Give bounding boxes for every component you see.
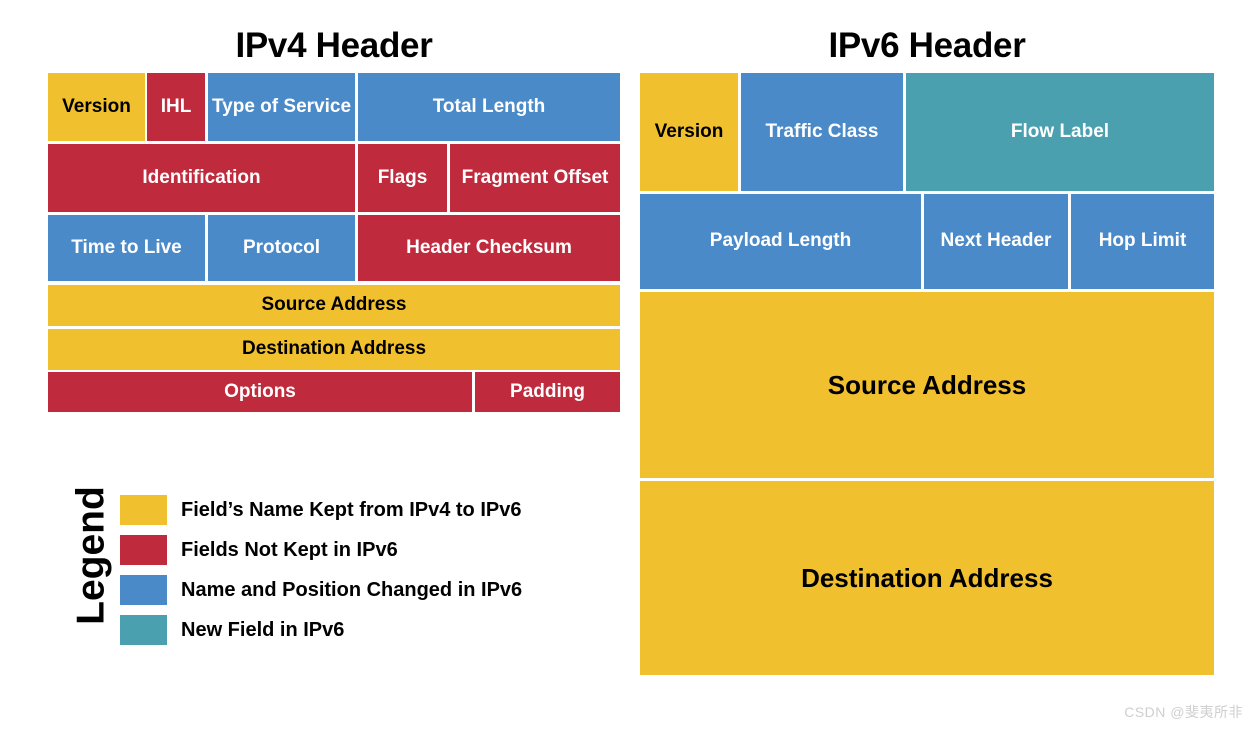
legend: Legend Field’s Name Kept from IPv4 to IP… <box>48 478 628 653</box>
ipv6-field-traffic-class: Traffic Class <box>741 73 903 191</box>
ipv6-field-next-header: Next Header <box>924 194 1068 289</box>
ipv4-field-total-length: Total Length <box>358 73 620 141</box>
ipv4-field-label: Padding <box>510 380 585 402</box>
legend-swatch-red <box>120 535 167 565</box>
ipv4-field-label: Protocol <box>242 236 321 258</box>
legend-item-red: Fields Not Kept in IPv6 <box>120 534 398 566</box>
ipv6-panel-title: IPv6 Header <box>828 26 1026 65</box>
ipv6-field-label: Version <box>654 120 724 142</box>
legend-item-teal: New Field in IPv6 <box>120 614 344 646</box>
ipv4-field-label: Fragment Offset <box>461 166 609 188</box>
ipv6-field-version: Version <box>640 73 738 191</box>
ipv6-field-source-address: Source Address <box>640 292 1214 478</box>
ipv6-field-payload-length: Payload Length <box>640 194 921 289</box>
legend-item-label: Fields Not Kept in IPv6 <box>181 539 398 561</box>
ipv4-field-type-of-service: Type of Service <box>208 73 355 141</box>
ipv4-field-label: IHL <box>160 95 192 117</box>
ipv4-field-label: Time to Live <box>71 236 182 258</box>
ipv4-panel-title: IPv4 Header <box>235 26 433 65</box>
ipv4-field-flags: Flags <box>358 144 447 212</box>
legend-swatch-teal <box>120 615 167 645</box>
ipv4-field-label: Type of Service <box>211 95 352 117</box>
legend-item-label: New Field in IPv6 <box>181 619 345 641</box>
ipv4-field-source-address: Source Address <box>48 285 620 326</box>
ipv4-field-label: Destination Address <box>241 338 427 360</box>
ipv6-field-label: Hop Limit <box>1098 230 1187 252</box>
legend-title: Legend <box>69 486 113 625</box>
ipv4-field-padding: Padding <box>475 372 620 412</box>
ipv4-field-label: Header Checksum <box>406 236 572 258</box>
ipv6-field-label: Flow Label <box>1010 120 1110 142</box>
ipv4-field-protocol: Protocol <box>208 215 355 281</box>
ipv4-field-label: Total Length <box>432 95 546 117</box>
ipv6-field-label: Payload Length <box>709 230 852 252</box>
ipv6-field-label: Traffic Class <box>765 120 879 142</box>
ipv6-field-hop-limit: Hop Limit <box>1071 194 1214 289</box>
legend-item-label: Field’s Name Kept from IPv4 to IPv6 <box>181 499 522 521</box>
ipv4-field-label: Options <box>224 380 296 402</box>
ipv4-field-label: Source Address <box>261 294 407 316</box>
ipv4-field-ihl: IHL <box>147 73 205 141</box>
ipv4-field-destination-address: Destination Address <box>48 329 620 370</box>
ipv4-field-fragment-offset: Fragment Offset <box>450 144 620 212</box>
ipv6-field-destination-address: Destination Address <box>640 481 1214 675</box>
legend-swatch-blue <box>120 575 167 605</box>
ipv4-field-version: Version <box>48 73 145 141</box>
ipv4-field-identification: Identification <box>48 144 355 212</box>
legend-item-label: Name and Position Changed in IPv6 <box>181 579 523 601</box>
ipv6-field-label: Destination Address <box>801 562 1053 593</box>
legend-item-yellow: Field’s Name Kept from IPv4 to IPv6 <box>120 494 521 526</box>
ipv6-field-flow-label: Flow Label <box>906 73 1214 191</box>
legend-item-blue: Name and Position Changed in IPv6 <box>120 574 522 606</box>
ipv4-field-header-checksum: Header Checksum <box>358 215 620 281</box>
csdn-watermark: CSDN @斐夷所非 <box>1124 704 1243 720</box>
ipv4-field-label: Flags <box>377 166 428 188</box>
ipv4-field-options: Options <box>48 372 472 412</box>
ipv4-field-time-to-live: Time to Live <box>48 215 205 281</box>
ipv4-field-label: Version <box>62 95 131 117</box>
legend-swatch-yellow <box>120 495 167 525</box>
ipv4-ipv6-header-comparison-diagram: IPv4 Header Version IHL Type of Service Tot… <box>0 0 1257 730</box>
ipv4-field-label: Identification <box>142 166 261 188</box>
ipv6-field-label: Source Address <box>827 369 1027 400</box>
ipv6-field-label: Next Header <box>940 230 1052 252</box>
